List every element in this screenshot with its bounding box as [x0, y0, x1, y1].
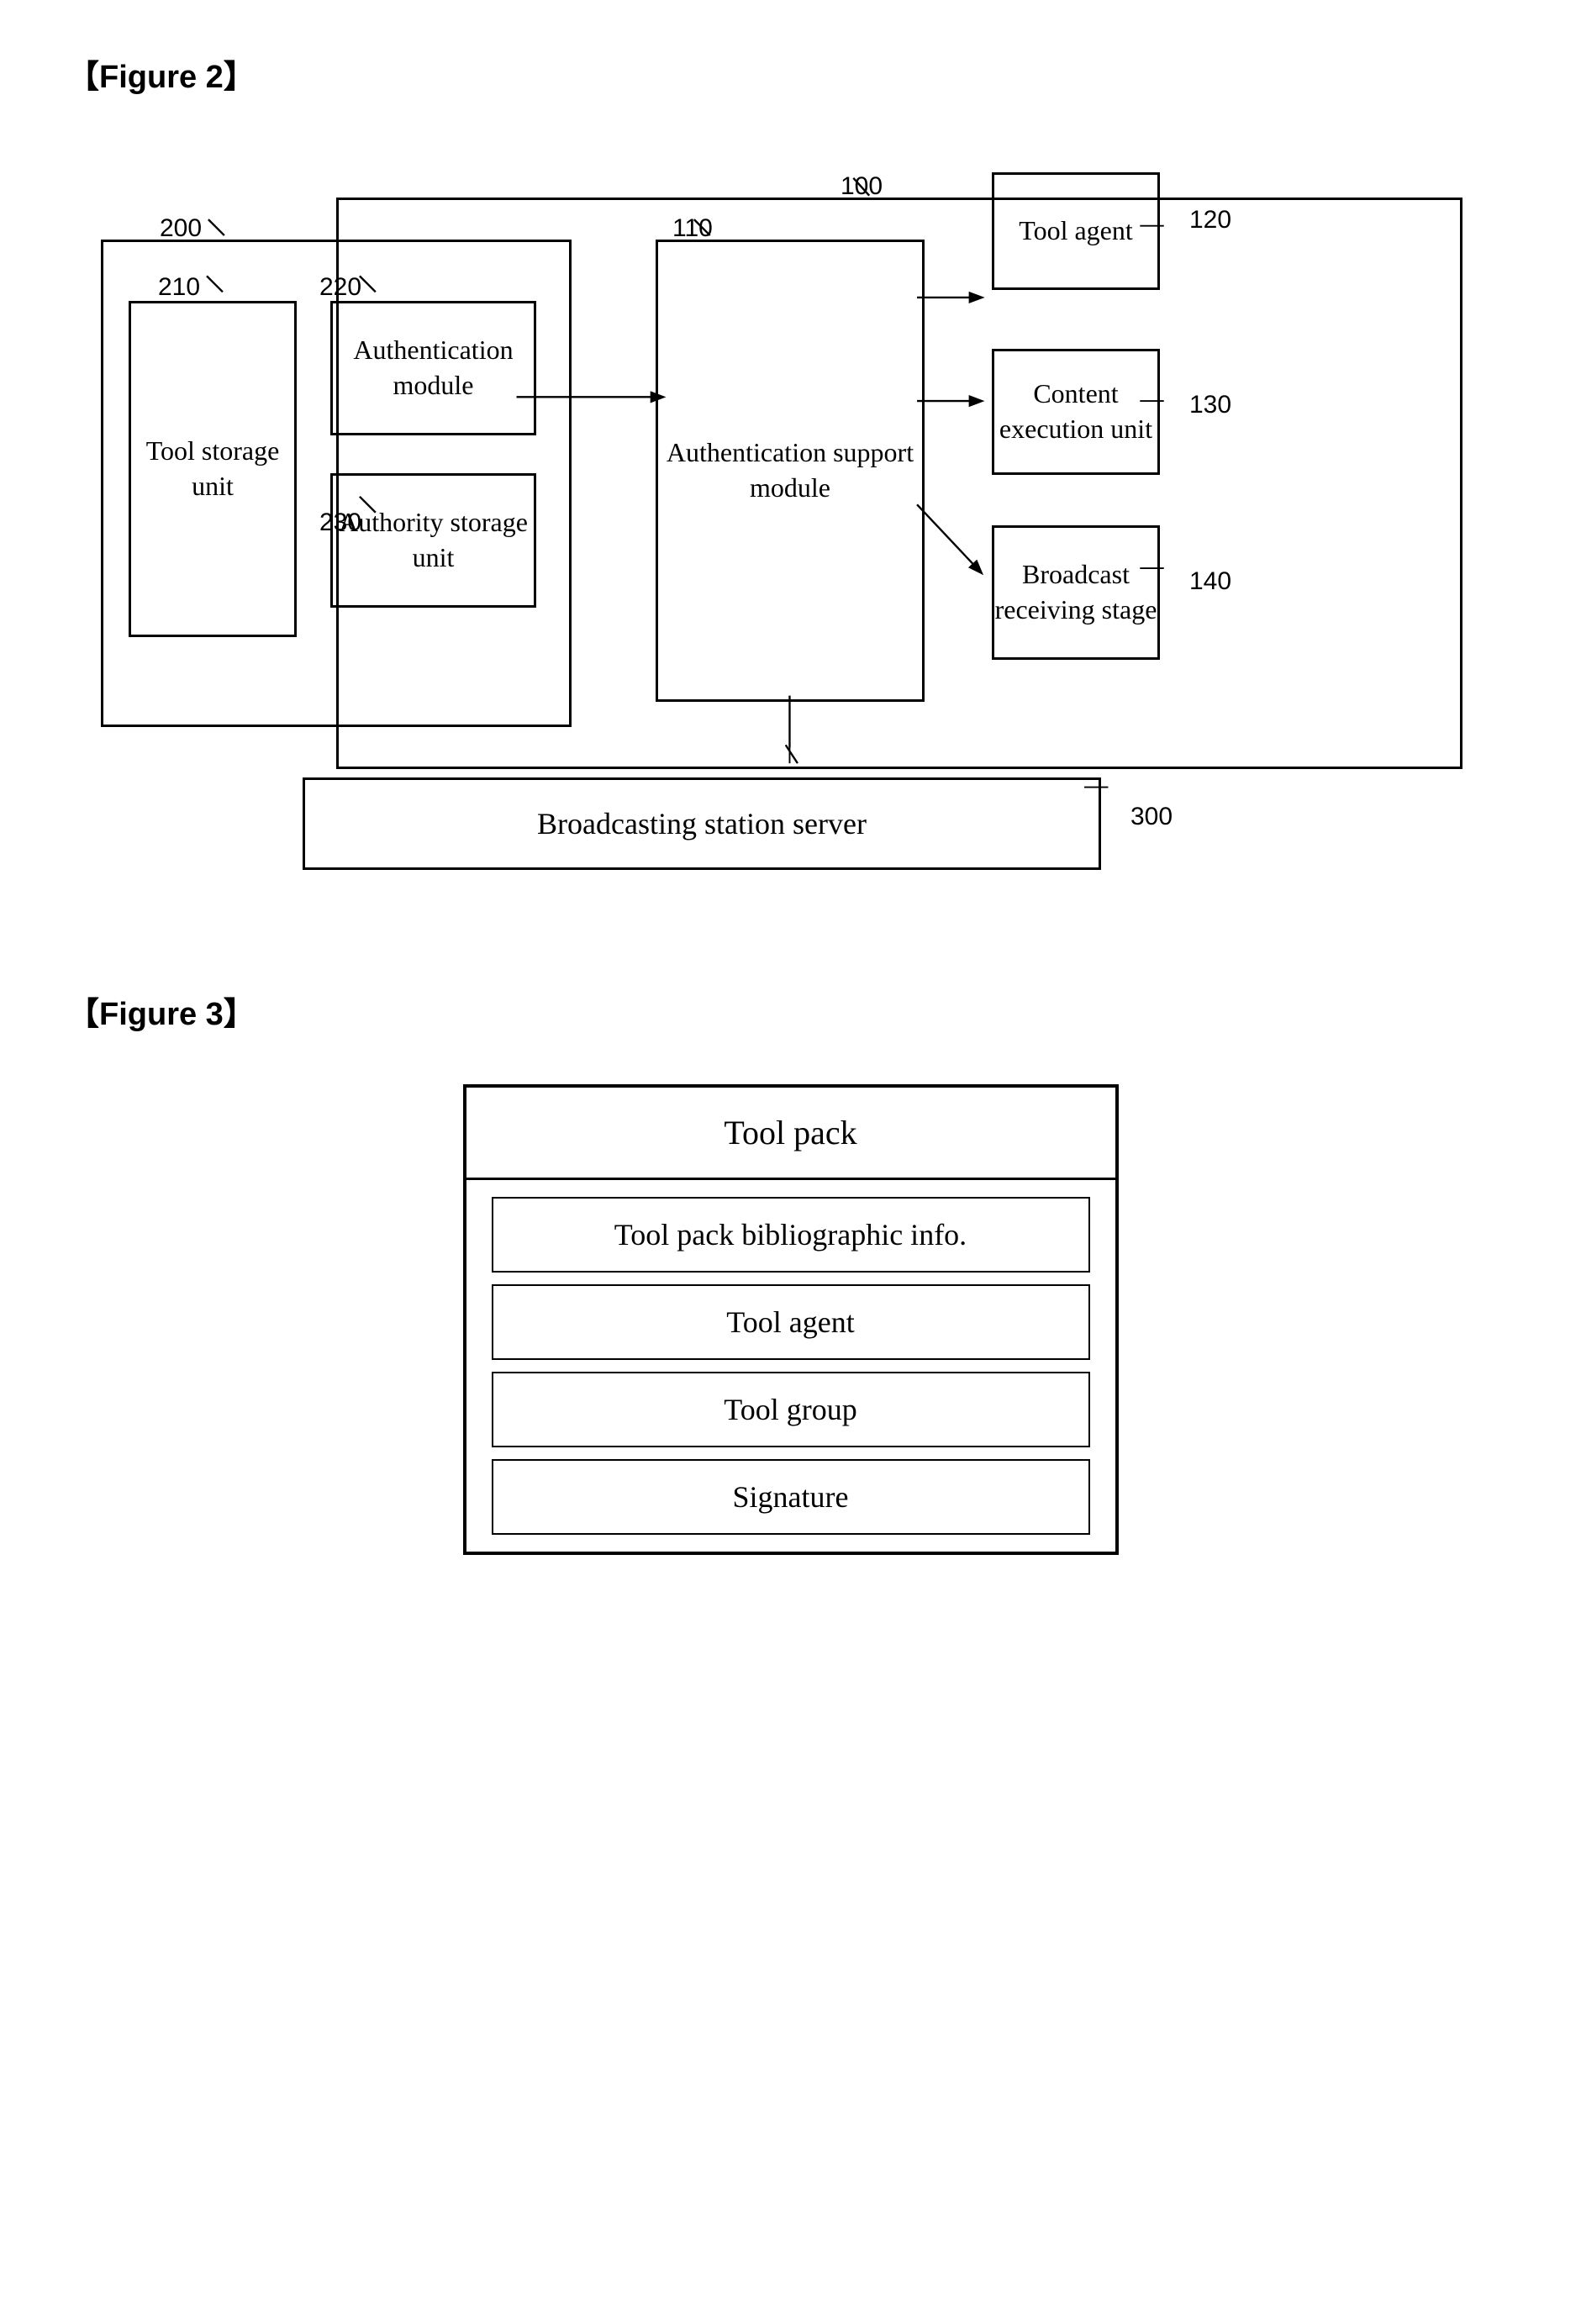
box-broadcasting-station-server: Broadcasting station server [303, 777, 1101, 870]
fig3-row-0: Tool pack bibliographic info. [492, 1197, 1090, 1273]
figure2-diagram: 100 200 110 210 220 230 120 130 140 300 … [67, 130, 1496, 887]
box-authentication-support-module: Authentication support module [656, 240, 925, 702]
figure3-section: 【Figure 3】 Tool pack Tool pack bibliogra… [67, 988, 1514, 1555]
box-content-execution-unit: Content execution unit [992, 349, 1160, 475]
ref-300: 300 [1130, 803, 1173, 831]
ref-200: 200 [160, 214, 202, 243]
fig3-header: Tool pack [466, 1088, 1115, 1180]
fig3-row-3: Signature [492, 1459, 1090, 1535]
fig3-row-1: Tool agent [492, 1284, 1090, 1360]
box-tool-agent: Tool agent [992, 172, 1160, 290]
figure2-label: 【Figure 2】 [67, 50, 1514, 97]
box-tool-storage-unit: Tool storage unit [129, 301, 297, 637]
ref-100: 100 [841, 172, 883, 201]
box-broadcast-receiving-stage: Broadcast receiving stage [992, 525, 1160, 660]
figure3-diagram: Tool pack Tool pack bibliographic info. … [463, 1084, 1119, 1555]
box-200: Tool storage unit Authentication module … [101, 240, 572, 727]
box-authority-storage-unit: Authority storage unit [330, 473, 536, 608]
figure3-label: 【Figure 3】 [67, 988, 1514, 1034]
fig3-row-2: Tool group [492, 1372, 1090, 1447]
fig3-rows: Tool pack bibliographic info. Tool agent… [466, 1180, 1115, 1552]
box-authentication-module: Authentication module [330, 301, 536, 435]
